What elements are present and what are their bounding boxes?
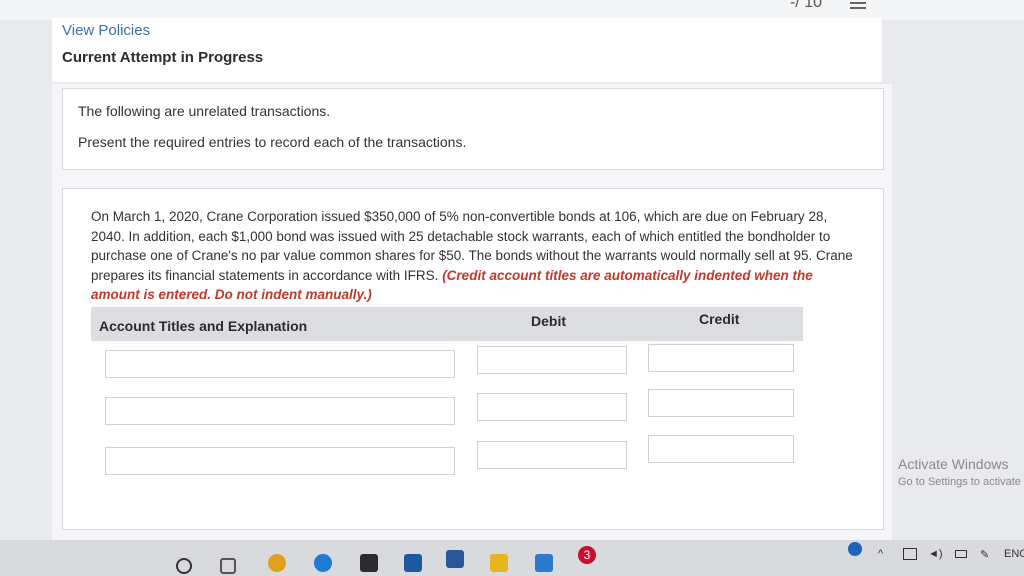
activate-windows-watermark: Activate Windows Go to Settings to activ… bbox=[898, 456, 1021, 488]
mail-icon[interactable] bbox=[404, 554, 422, 572]
store-icon[interactable] bbox=[360, 554, 378, 572]
paint-icon[interactable] bbox=[535, 554, 553, 572]
start-circle-icon[interactable] bbox=[176, 558, 192, 574]
account-input-row-3[interactable] bbox=[105, 447, 455, 475]
question-box: On March 1, 2020, Crane Corporation issu… bbox=[62, 188, 884, 530]
col-header-debit: Debit bbox=[531, 313, 566, 329]
task-view-icon[interactable] bbox=[220, 558, 236, 574]
main-area: The following are unrelated transactions… bbox=[52, 84, 892, 554]
help-icon[interactable] bbox=[848, 542, 862, 556]
intro-line-1: The following are unrelated transactions… bbox=[78, 103, 331, 119]
col-header-account: Account Titles and Explanation bbox=[99, 318, 308, 334]
view-policies-link[interactable]: View Policies bbox=[62, 22, 150, 39]
notification-badge-icon[interactable]: 3 bbox=[578, 546, 596, 564]
watermark-line-2: Go to Settings to activate bbox=[898, 476, 1021, 488]
watermark-line-1: Activate Windows bbox=[898, 456, 1009, 472]
battery-icon[interactable] bbox=[955, 550, 967, 558]
attempt-status: Current Attempt in Progress bbox=[62, 49, 264, 66]
journal-table-header: Account Titles and Explanation Debit Cre… bbox=[91, 307, 803, 341]
account-input-row-1[interactable] bbox=[105, 350, 455, 378]
intro-box: The following are unrelated transactions… bbox=[62, 88, 884, 170]
tray-chevron-icon[interactable]: ^ bbox=[878, 548, 883, 560]
account-input-row-2[interactable] bbox=[105, 397, 455, 425]
volume-icon[interactable]: ◄) bbox=[928, 548, 943, 560]
network-icon[interactable] bbox=[903, 548, 917, 560]
debit-input-row-2[interactable] bbox=[477, 393, 627, 421]
edge-icon[interactable] bbox=[314, 554, 332, 572]
page-counter: -/ 10 bbox=[790, 0, 823, 11]
language-indicator[interactable]: ENG bbox=[1004, 548, 1024, 560]
debit-input-row-1[interactable] bbox=[477, 346, 627, 374]
file-explorer-icon[interactable] bbox=[490, 554, 508, 572]
credit-input-row-2[interactable] bbox=[648, 389, 794, 417]
credit-input-row-3[interactable] bbox=[648, 435, 794, 463]
list-icon[interactable] bbox=[850, 0, 866, 9]
pen-icon[interactable]: ✎ bbox=[980, 548, 989, 561]
chrome-icon[interactable] bbox=[268, 554, 286, 572]
word-icon[interactable] bbox=[446, 550, 464, 568]
credit-input-row-1[interactable] bbox=[648, 344, 794, 372]
intro-line-2: Present the required entries to record e… bbox=[78, 134, 467, 150]
debit-input-row-3[interactable] bbox=[477, 441, 627, 469]
top-bar: -/ 10 bbox=[0, 0, 1024, 20]
header-panel: View Policies Current Attempt in Progres… bbox=[52, 18, 882, 82]
col-header-credit: Credit bbox=[699, 311, 740, 327]
question-text: On March 1, 2020, Crane Corporation issu… bbox=[91, 207, 861, 305]
taskbar: 3 ^ ◄) ✎ ENG bbox=[0, 540, 1024, 576]
